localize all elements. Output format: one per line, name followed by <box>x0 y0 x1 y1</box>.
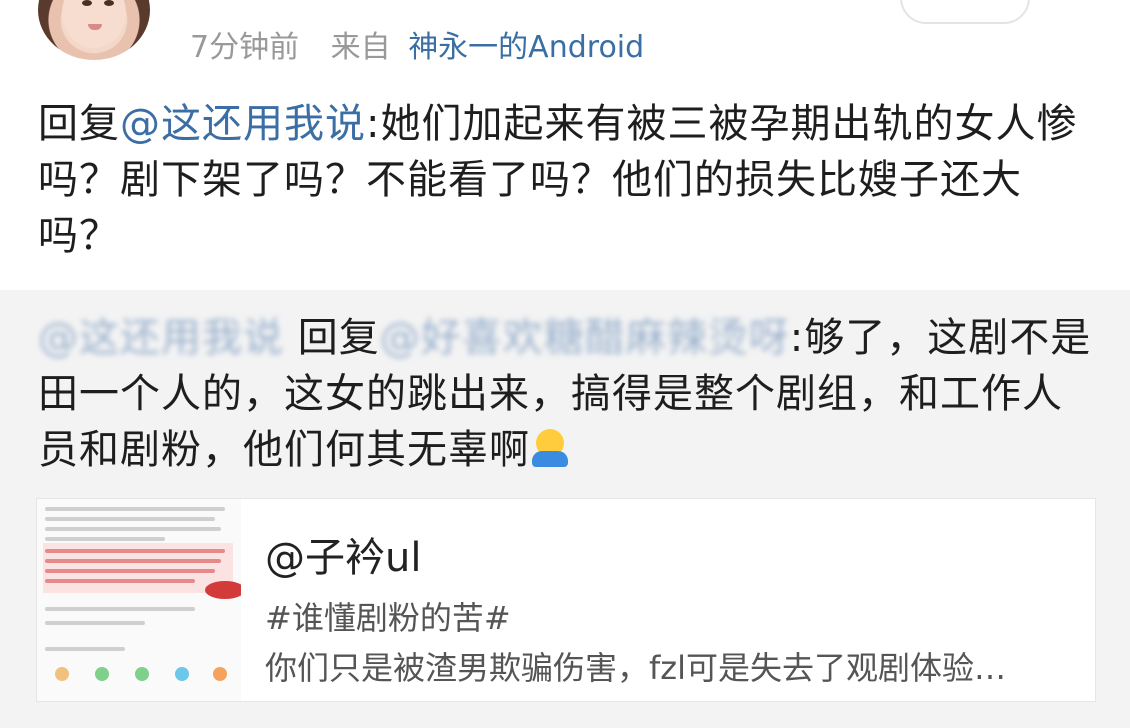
card-thumbnail <box>37 499 241 701</box>
follow-button[interactable] <box>900 0 1030 24</box>
quoted-text: @这还用我说 回复@好喜欢糖醋麻辣烫呀:够了，这剧不是田一个人的，这女的跳出来，… <box>38 310 1098 478</box>
reply-text: 回复@这还用我说:她们加起来有被三被孕期出轨的女人惨吗？剧下架了吗？不能看了吗？… <box>38 96 1098 264</box>
reply-mention-text: @这还用我说 <box>120 101 366 147</box>
avatar[interactable] <box>38 0 150 60</box>
quoted-target-mention[interactable]: @好喜欢糖醋麻辣烫呀 <box>380 310 790 366</box>
reply-prefix: 回复 <box>38 101 120 147</box>
reply-mention[interactable]: @这还用我说 <box>120 101 366 147</box>
quoted-author-mention[interactable]: @这还用我说 <box>38 310 284 366</box>
post-time: 7分钟前 <box>190 30 300 65</box>
card-hashtag[interactable]: #谁懂剧粉的苦# <box>265 593 511 639</box>
avatar-eye-right <box>104 0 114 6</box>
quoted-reply-label: 回复 <box>297 315 380 361</box>
card-title[interactable]: @子衿ul <box>265 525 421 583</box>
card-description: 你们只是被渣男欺骗伤害，fzl可是失去了观剧体验… <box>265 649 1006 687</box>
avatar-eye-left <box>82 0 92 6</box>
from-label: 来自 <box>330 30 391 65</box>
hug-emoji-icon <box>530 429 570 469</box>
link-card[interactable]: @子衿ul #谁懂剧粉的苦# 你们只是被渣男欺骗伤害，fzl可是失去了观剧体验… <box>36 498 1096 702</box>
device-link[interactable]: 神永一的Android <box>408 30 644 65</box>
post-meta: 7分钟前 来自 神永一的Android <box>190 22 644 66</box>
